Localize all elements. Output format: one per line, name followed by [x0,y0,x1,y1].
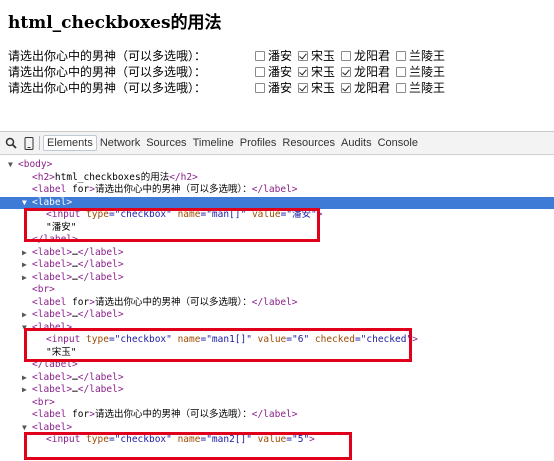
collapse-arrow-icon[interactable]: ▶ [22,272,32,284]
checkbox-option[interactable]: 龙阳君 [341,64,390,80]
expand-arrow-icon[interactable]: ▼ [22,197,32,209]
collapse-arrow-icon[interactable]: ▶ [22,247,32,259]
question-label: 请选出你心中的男神（可以多选哦）： [8,49,207,63]
form-row: 请选出你心中的男神（可以多选哦）： 潘安 宋玉 龙阳君 兰陵王 [8,48,451,64]
collapse-arrow-icon[interactable]: ▶ [22,384,32,396]
devtools-toolbar: Elements Network Sources Timeline Profiles Re… [0,132,554,155]
tab-console[interactable]: Console [375,137,421,149]
checkbox-option[interactable]: 兰陵王 [396,64,445,80]
dom-node-text: <label for>请选出你心中的男神（可以多选哦）：</label> [32,184,298,195]
dom-node-text: <label>…</label> [32,309,124,320]
dom-node-text: <label>…</label> [32,384,124,395]
checkbox[interactable] [341,83,352,93]
option-label: 宋玉 [311,49,336,63]
dom-node-text: <label>…</label> [32,371,124,383]
checkbox-option[interactable]: 潘安 [255,64,292,80]
checkbox-option[interactable]: 潘安 [255,48,292,64]
tab-resources[interactable]: Resources [279,137,338,149]
dom-node-line[interactable]: ▶ <label>…</label> [0,372,554,384]
option-label: 龙阳君 [354,49,391,63]
form-row: 请选出你心中的男神（可以多选哦）： 潘安 宋玉 龙阳君 兰陵王 [8,80,451,96]
checkbox[interactable] [255,83,265,93]
tab-sources[interactable]: Sources [143,137,189,149]
highlight-box-3 [24,432,352,460]
dom-node-text: <label for>请选出你心中的男神（可以多选哦）：</label> [32,296,298,308]
dom-node-line[interactable]: <br> [0,284,554,296]
collapse-arrow-icon[interactable]: ▶ [22,372,32,384]
tab-profiles[interactable]: Profiles [237,137,280,149]
dom-node-line[interactable]: ▶ <label>…</label> [0,384,554,396]
toolbar-divider [39,136,40,150]
dom-node-line[interactable]: ▶ <label>…</label> [0,272,554,284]
option-label: 潘安 [268,49,293,63]
dom-node-line[interactable]: ▼ <body> [0,159,554,171]
dom-node-line[interactable]: ▶ <label>…</label> [0,247,554,259]
dom-node-text: <label> [32,421,73,433]
dom-node-line[interactable]: <h2>html_checkboxes的用法</h2> [0,172,554,184]
question-label: 请选出你心中的男神（可以多选哦）： [8,81,207,95]
dom-node-line[interactable]: <label for>请选出你心中的男神（可以多选哦）：</label> [0,409,554,421]
page-title: html_checkboxes的用法 [8,13,222,33]
dom-node-line[interactable]: ▼ <label> [0,196,554,209]
checkbox-option[interactable]: 潘安 [255,80,292,96]
collapse-arrow-icon[interactable]: ▶ [22,309,32,321]
tab-timeline[interactable]: Timeline [190,137,237,149]
checkbox-option[interactable]: 兰陵王 [396,48,445,64]
dom-node-text: <br> [32,284,55,295]
option-label: 宋玉 [311,65,336,79]
option-label: 兰陵王 [409,81,446,95]
dom-node-line[interactable]: ▶ <label>…</label> [0,259,554,271]
highlight-box-1 [24,208,320,242]
dom-node-line[interactable]: ▶ <label>…</label> [0,309,554,321]
option-label: 龙阳君 [354,81,391,95]
checkbox-option[interactable]: 宋玉 [298,48,335,64]
option-label: 潘安 [268,81,293,95]
checkbox[interactable] [255,51,265,61]
dom-node-text: <br> [32,396,55,408]
dom-node-text: <label for>请选出你心中的男神（可以多选哦）：</label> [32,409,298,420]
dom-node-text: <label> [32,196,73,208]
dom-node-text: <label>…</label> [32,271,124,283]
option-label: 兰陵王 [409,65,446,79]
checkbox[interactable] [341,67,352,77]
dom-node-line[interactable]: <label for>请选出你心中的男神（可以多选哦）：</label> [0,184,554,196]
tab-network[interactable]: Network [97,137,143,149]
tab-audits[interactable]: Audits [338,137,375,149]
checkbox[interactable] [298,67,309,77]
question-label: 请选出你心中的男神（可以多选哦）： [8,65,207,79]
dom-node-line[interactable]: <br> [0,397,554,409]
dom-node-text: <label>…</label> [32,259,124,270]
dom-node-line[interactable]: <label for>请选出你心中的男神（可以多选哦）：</label> [0,297,554,309]
collapse-arrow-icon[interactable]: ▶ [22,259,32,271]
option-label: 兰陵王 [409,49,446,63]
checkbox-option[interactable]: 龙阳君 [341,80,390,96]
devtools-panel: Elements Network Sources Timeline Profiles Re… [0,131,554,461]
device-icon[interactable] [22,136,36,150]
checkbox[interactable] [255,67,265,77]
checkbox[interactable] [396,83,407,93]
checkbox[interactable] [298,51,309,61]
option-label: 潘安 [268,65,293,79]
checkbox-option[interactable]: 宋玉 [298,80,335,96]
checkbox[interactable] [396,67,407,77]
option-label: 龙阳君 [354,65,391,79]
checkbox[interactable] [341,51,352,61]
checkbox[interactable] [298,83,309,93]
tab-elements[interactable]: Elements [43,135,97,151]
highlight-box-2 [24,328,412,362]
rendered-page: html_checkboxes的用法 请选出你心中的男神（可以多选哦）： 潘安 宋玉… [0,0,554,118]
option-label: 宋玉 [311,81,336,95]
dom-node-text: <h2>html_checkboxes的用法</h2> [32,171,198,183]
form-row: 请选出你心中的男神（可以多选哦）： 潘安 宋玉 龙阳君 兰陵王 [8,64,451,80]
dom-node-text: <body> [18,159,53,170]
checkbox[interactable] [396,51,407,61]
checkbox-option[interactable]: 宋玉 [298,64,335,80]
expand-arrow-icon[interactable]: ▼ [8,159,18,171]
checkbox-option[interactable]: 兰陵王 [396,80,445,96]
checkbox-option[interactable]: 龙阳君 [341,48,390,64]
search-icon[interactable] [4,136,18,150]
dom-node-text: <label>…</label> [32,246,124,258]
